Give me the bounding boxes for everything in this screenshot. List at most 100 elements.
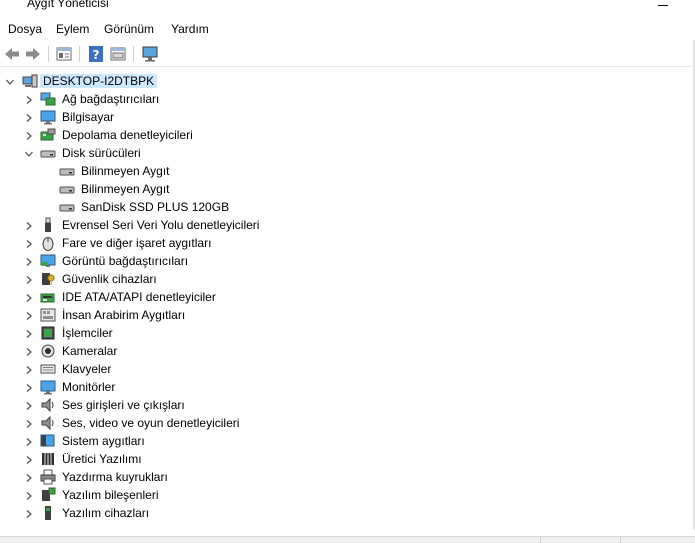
chevron-right-icon[interactable] [24, 382, 34, 392]
tree-item-label: Sistem aygıtları [62, 434, 145, 448]
tree-category[interactable]: Disk sürücüleri [0, 144, 695, 162]
view-icon[interactable] [109, 45, 127, 63]
tree-item-label: Klavyeler [62, 362, 112, 376]
tree-root[interactable]: DESKTOP-I2DTBPK [0, 72, 695, 90]
tree-item-label: Bilgisayar [62, 110, 115, 124]
tree-item-label: İşlemciler [62, 326, 113, 340]
chevron-right-icon[interactable] [24, 112, 34, 122]
tree-item-label: İnsan Arabirim Aygıtları [62, 308, 186, 322]
processor-icon [40, 325, 56, 341]
minimize-button[interactable] [658, 5, 668, 6]
tree-category[interactable]: Güvenlik cihazları [0, 270, 695, 288]
disk-drive-icon [59, 181, 75, 197]
tree-item-label: Yazılım cihazları [62, 506, 150, 520]
ide-controller-icon [40, 289, 56, 305]
tree-category[interactable]: Bilgisayar [0, 108, 695, 126]
status-bar [0, 536, 695, 543]
mouse-icon [40, 235, 56, 251]
chevron-right-icon[interactable] [24, 490, 34, 500]
tree-item-label: Kameralar [62, 344, 118, 358]
tree-category[interactable]: Ses, video ve oyun denetleyicileri [0, 414, 695, 432]
tree-category[interactable]: Ses girişleri ve çıkışları [0, 396, 695, 414]
tree-category[interactable]: Evrensel Seri Veri Yolu denetleyicileri [0, 216, 695, 234]
menu-bar: Dosya Eylem Görünüm Yardım [0, 18, 695, 40]
menu-view[interactable]: Görünüm [104, 22, 154, 36]
chevron-right-icon[interactable] [24, 472, 34, 482]
tree-item-label: Görüntü bağdaştırıcıları [62, 254, 189, 268]
chevron-right-icon[interactable] [24, 346, 34, 356]
chevron-right-icon[interactable] [24, 436, 34, 446]
menu-help[interactable]: Yardım [171, 22, 209, 36]
chevron-right-icon[interactable] [24, 220, 34, 230]
tree-item-label: Fare ve diğer işaret aygıtları [62, 236, 212, 250]
security-device-icon [40, 271, 56, 287]
chevron-right-icon[interactable] [24, 256, 34, 266]
disk-drive-icon [59, 163, 75, 179]
chevron-right-icon[interactable] [24, 418, 34, 428]
tree-item-label: Yazılım bileşenleri [62, 488, 159, 502]
tree-category[interactable]: İşlemciler [0, 324, 695, 342]
chevron-right-icon[interactable] [24, 364, 34, 374]
software-component-icon [40, 487, 56, 503]
system-device-icon [40, 433, 56, 449]
chevron-right-icon[interactable] [24, 508, 34, 518]
chevron-right-icon[interactable] [24, 274, 34, 284]
help-icon[interactable]: ? [87, 45, 105, 63]
tree-category[interactable]: Depolama denetleyicileri [0, 126, 695, 144]
firmware-icon [40, 451, 56, 467]
chevron-right-icon[interactable] [24, 310, 34, 320]
tree-item-label: DESKTOP-I2DTBPK [40, 74, 158, 88]
tree-category[interactable]: Sistem aygıtları [0, 432, 695, 450]
tree-item-label: Ses, video ve oyun denetleyicileri [62, 416, 240, 430]
tree-device[interactable]: Bilinmeyen Aygıt [0, 180, 695, 198]
chevron-right-icon[interactable] [24, 130, 34, 140]
menu-file[interactable]: Dosya [8, 22, 42, 36]
tree-category[interactable]: IDE ATA/ATAPI denetleyiciler [0, 288, 695, 306]
disk-drive-icon [59, 199, 75, 215]
sound-controller-icon [40, 415, 56, 431]
properties-icon[interactable] [55, 45, 73, 63]
tree-category[interactable]: İnsan Arabirim Aygıtları [0, 306, 695, 324]
monitor-scan-icon[interactable] [141, 45, 159, 63]
monitor-icon [40, 379, 56, 395]
computer-icon [40, 109, 56, 125]
svg-text:?: ? [93, 48, 100, 62]
back-arrow-icon[interactable] [3, 45, 21, 63]
tree-category[interactable]: Fare ve diğer işaret aygıtları [0, 234, 695, 252]
tree-item-label: Güvenlik cihazları [62, 272, 157, 286]
hid-icon [40, 307, 56, 323]
tree-category[interactable]: Üretici Yazılımı [0, 450, 695, 468]
chevron-down-icon[interactable] [24, 148, 34, 158]
tree-device[interactable]: SanDisk SSD PLUS 120GB [0, 198, 695, 216]
tree-category[interactable]: Yazdırma kuyrukları [0, 468, 695, 486]
chevron-right-icon[interactable] [24, 400, 34, 410]
tree-item-label: Bilinmeyen Aygıt [81, 182, 170, 196]
tree-item-label: Evrensel Seri Veri Yolu denetleyicileri [62, 218, 260, 232]
tree-category[interactable]: Kameralar [0, 342, 695, 360]
tree-category[interactable]: Yazılım bileşenleri [0, 486, 695, 504]
tree-category[interactable]: Monitörler [0, 378, 695, 396]
tree-device[interactable]: Bilinmeyen Aygıt [0, 162, 695, 180]
tree-item-label: Yazdırma kuyrukları [62, 470, 168, 484]
tree-item-label: Ağ bağdaştırıcıları [62, 92, 160, 106]
toolbar: ? [0, 41, 695, 67]
chevron-right-icon[interactable] [24, 328, 34, 338]
disk-drive-icon [40, 145, 56, 161]
chevron-right-icon[interactable] [24, 454, 34, 464]
chevron-right-icon[interactable] [24, 94, 34, 104]
tree-category[interactable]: Görüntü bağdaştırıcıları [0, 252, 695, 270]
forward-arrow-icon[interactable] [24, 45, 42, 63]
tree-category[interactable]: Ağ bağdaştırıcıları [0, 90, 695, 108]
tree-category[interactable]: Klavyeler [0, 360, 695, 378]
computer-root-icon [22, 73, 38, 89]
chevron-right-icon[interactable] [24, 238, 34, 248]
chevron-down-icon[interactable] [5, 76, 15, 86]
display-adapter-icon [40, 253, 56, 269]
tree-item-label: Disk sürücüleri [62, 146, 141, 160]
camera-icon [40, 343, 56, 359]
menu-action[interactable]: Eylem [56, 22, 89, 36]
chevron-right-icon[interactable] [24, 292, 34, 302]
network-adapter-icon [40, 91, 56, 107]
tree-item-label: SanDisk SSD PLUS 120GB [81, 200, 230, 214]
tree-category[interactable]: Yazılım cihazları [0, 504, 695, 522]
